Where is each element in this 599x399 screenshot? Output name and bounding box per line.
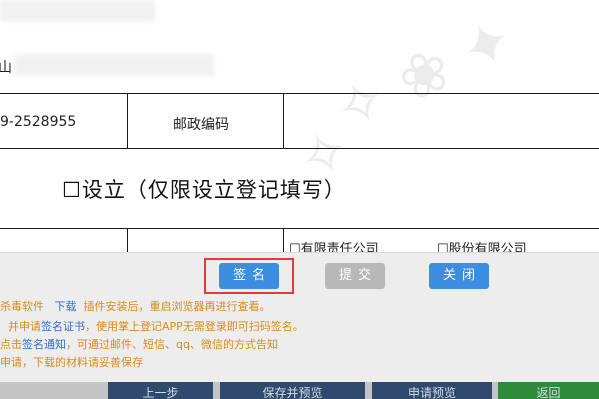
address-partial: 山: [0, 60, 12, 76]
redacted-header-area: [0, 0, 155, 22]
note-line-4: 申请，下载的材料请妥善保存: [0, 356, 143, 369]
registration-form: ✧ ❀ ✦ ✧ 山 9-2528955 邮政编码 ☐设立（仅限设立登记填写） ☐…: [0, 0, 599, 257]
note-text: 插件安装后，重启浏览器再进行查看。: [83, 300, 271, 313]
note-text: 并申请: [8, 320, 41, 333]
note-line-2: 并申请签名证书，使用掌上登记APP无需登录即可扫码签名。: [8, 318, 304, 334]
action-panel: 签名 提交 关闭 杀毒软件 下载 插件安装后，重启浏览器再进行查看。 并申请签名…: [0, 252, 599, 383]
note-text: ，可通过邮件、短信、qq、微信的方式告知: [66, 338, 278, 351]
postal-code-label: 邮政编码: [173, 117, 229, 133]
table-rule: [127, 93, 128, 149]
bottom-navigation: 上一步 保存并预览 申请预览 返回: [0, 382, 599, 399]
download-link[interactable]: 下载: [55, 300, 77, 313]
table-rule: [0, 93, 599, 94]
table-rule: [127, 228, 128, 252]
close-button[interactable]: 关闭: [429, 263, 489, 289]
table-rule: [0, 228, 599, 229]
nav-previous-button[interactable]: 上一步: [108, 382, 213, 399]
note-line-1: 杀毒软件 下载 插件安装后，重启浏览器再进行查看。: [0, 298, 271, 314]
table-rule: [283, 93, 284, 149]
nav-return-button[interactable]: 返回: [498, 382, 599, 399]
note-text: ，使用掌上登记APP无需登录即可扫码签名。: [85, 320, 304, 333]
nav-apply-preview-button[interactable]: 申请预览: [372, 382, 492, 399]
signature-certificate-link[interactable]: 签名证书: [41, 320, 85, 333]
table-rule: [0, 148, 599, 149]
note-line-3: 点击签名通知，可通过邮件、短信、qq、微信的方式告知: [0, 336, 278, 352]
watermark: ✧ ❀ ✦: [324, 3, 525, 147]
submit-button[interactable]: 提交: [325, 263, 385, 289]
note-text: 杀毒软件: [0, 300, 44, 313]
phone-number-value: 9-2528955: [0, 114, 77, 130]
redacted-address-area: [14, 54, 214, 76]
signature-notice-link[interactable]: 签名通知: [22, 338, 66, 351]
nav-save-preview-button[interactable]: 保存并预览: [220, 382, 365, 399]
note-text: 点击: [0, 338, 22, 351]
sign-button[interactable]: 签名: [219, 263, 279, 289]
section-title-establishment: ☐设立（仅限设立登记填写）: [62, 178, 346, 202]
table-rule: [283, 228, 284, 252]
